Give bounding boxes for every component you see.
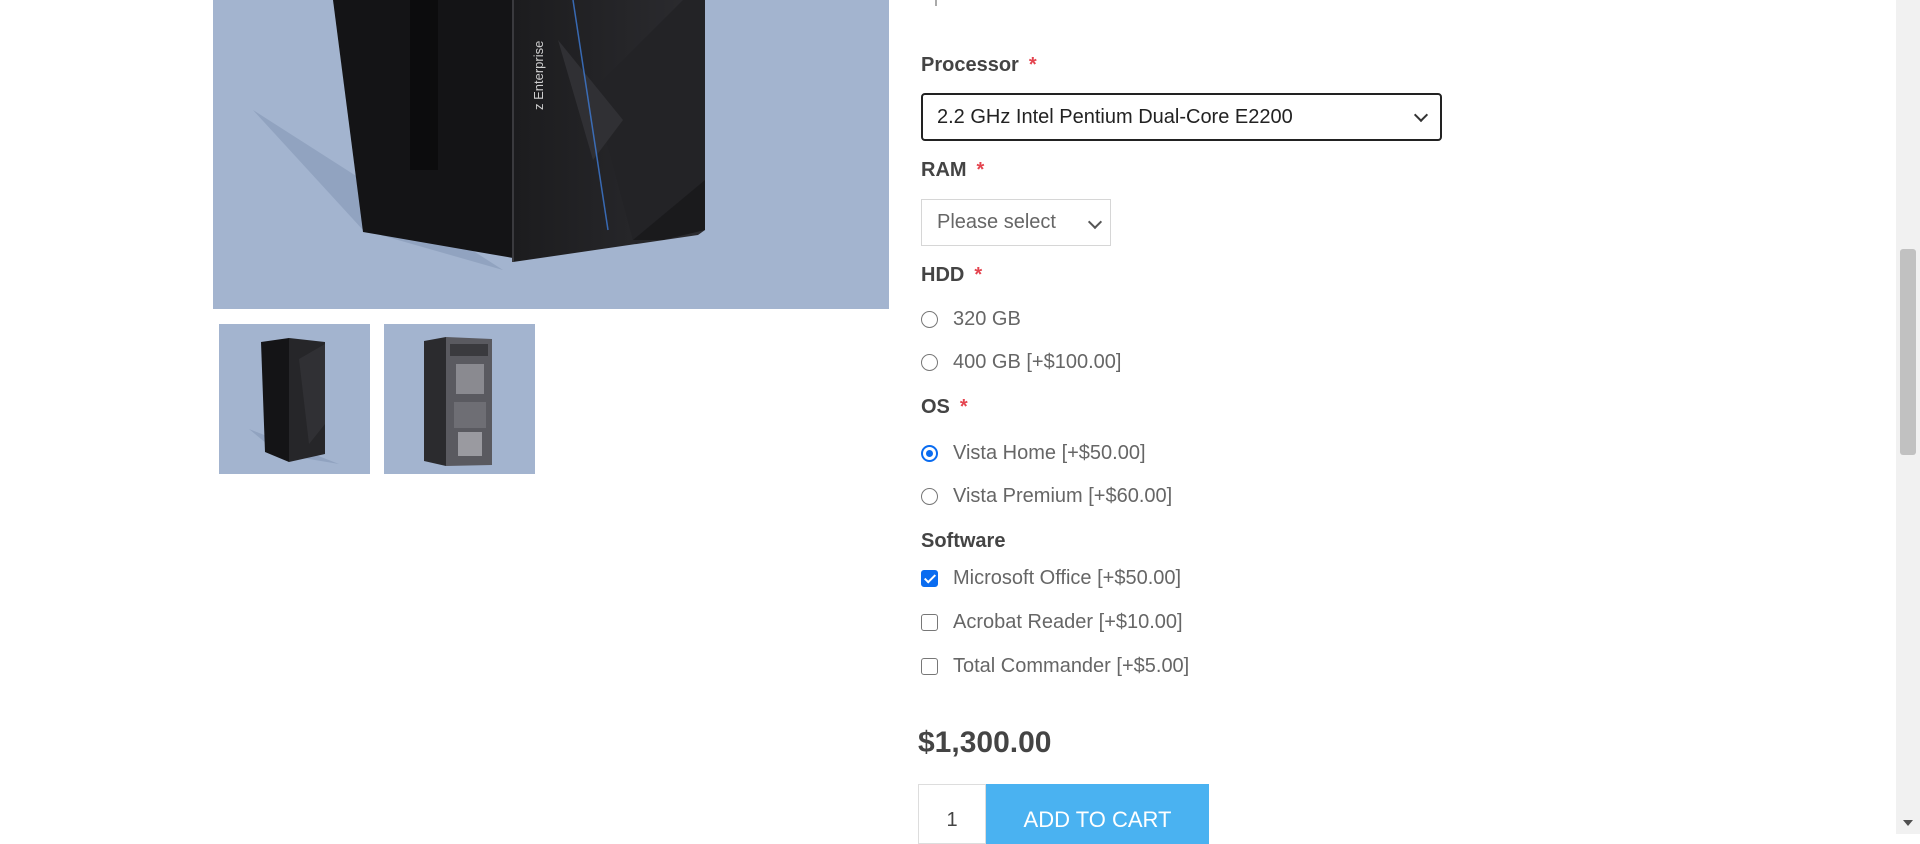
required-marker: * — [974, 264, 983, 286]
quantity-input[interactable]: 1 — [918, 784, 986, 844]
product-thumbnail-1[interactable] — [219, 324, 370, 474]
box-icon — [935, 0, 937, 6]
checkbox[interactable] — [921, 614, 938, 631]
processor-select[interactable]: 2.2 GHz Intel Pentium Dual-Core E2200 — [921, 93, 1442, 141]
software-label: Software — [921, 530, 1006, 552]
software-option-acrobat-reader[interactable]: Acrobat Reader [+$10.00] — [921, 611, 1183, 634]
checkbox-checked[interactable] — [921, 570, 938, 587]
software-option-microsoft-office[interactable]: Microsoft Office [+$50.00] — [921, 567, 1181, 590]
radio-button[interactable] — [921, 311, 938, 328]
vertical-scrollbar[interactable] — [1896, 0, 1920, 834]
hdd-option-320gb[interactable]: 320 GB — [921, 308, 1021, 331]
required-marker: * — [1028, 54, 1037, 76]
ram-select[interactable]: Please select — [921, 199, 1111, 246]
os-option-vista-premium[interactable]: Vista Premium [+$60.00] — [921, 485, 1172, 508]
chevron-down-icon — [1087, 214, 1103, 229]
processor-selected-value: 2.2 GHz Intel Pentium Dual-Core E2200 — [937, 105, 1293, 128]
product-price: $1,300.00 — [918, 726, 1052, 759]
required-marker: * — [959, 396, 968, 418]
ram-label: RAM * — [921, 159, 985, 181]
brand-text: z Enterprise — [531, 40, 546, 110]
hdd-option-400gb[interactable]: 400 GB [+$100.00] — [921, 351, 1121, 374]
checkbox[interactable] — [921, 658, 938, 675]
os-label: OS * — [921, 396, 968, 418]
software-option-total-commander[interactable]: Total Commander [+$5.00] — [921, 655, 1189, 678]
product-main-image[interactable]: z Enterprise — [213, 0, 889, 309]
scrollbar-thumb[interactable] — [1900, 249, 1916, 455]
radio-button-selected[interactable] — [921, 445, 938, 462]
radio-button[interactable] — [921, 488, 938, 505]
ram-selected-value: Please select — [937, 211, 1056, 233]
required-marker: * — [976, 159, 985, 181]
hdd-label: HDD * — [921, 264, 983, 286]
product-thumbnail-2[interactable] — [384, 324, 535, 474]
add-to-cart-button[interactable]: ADD TO CART — [986, 784, 1209, 844]
processor-label: Processor * — [921, 54, 1037, 76]
os-option-vista-home[interactable]: Vista Home [+$50.00] — [921, 442, 1146, 465]
scroll-down-arrow-icon[interactable] — [1903, 820, 1913, 826]
chevron-down-icon — [1413, 107, 1429, 123]
radio-button[interactable] — [921, 354, 938, 371]
